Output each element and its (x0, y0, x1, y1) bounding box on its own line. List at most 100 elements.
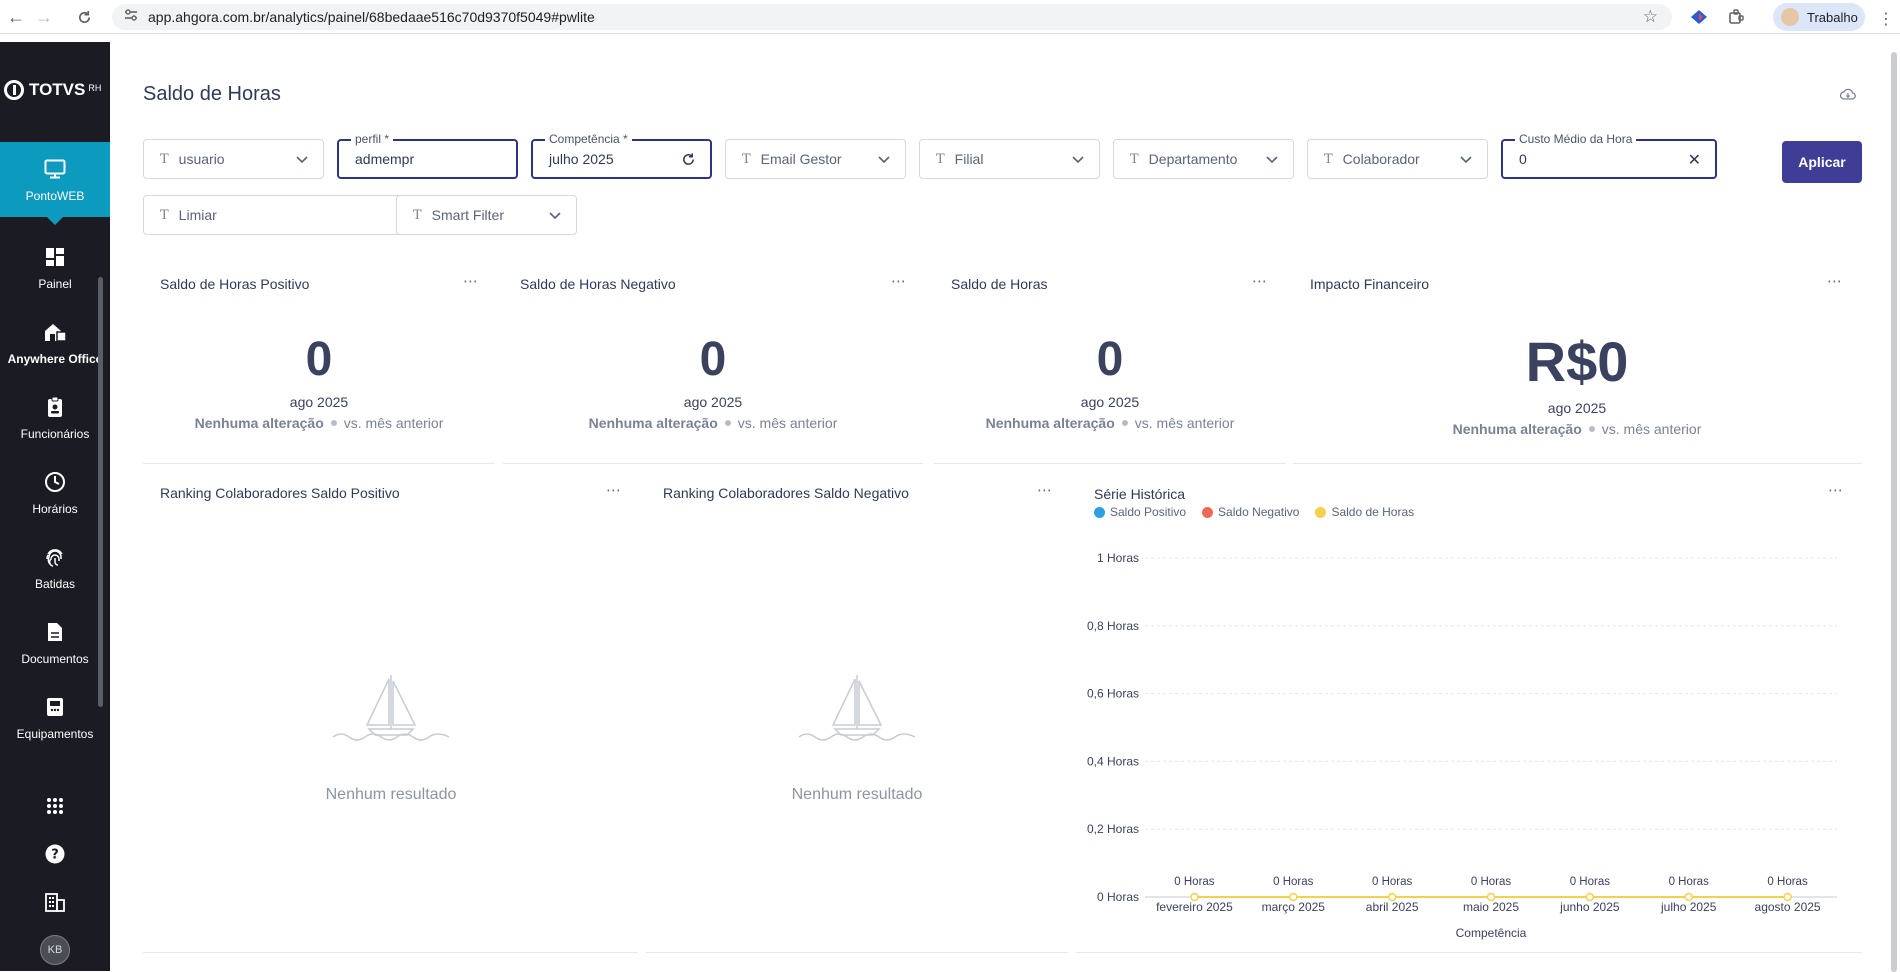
sidebar-item-pontoweb[interactable]: PontoWEB (0, 142, 110, 225)
sailboat-icon (331, 675, 451, 745)
back-icon[interactable]: ← (2, 3, 30, 31)
filter-placeholder: Smart Filter (431, 207, 505, 223)
kpi-comparison: Nenhuma alteração vs. mês anterior (143, 415, 495, 431)
close-icon[interactable]: ✕ (1688, 150, 1701, 170)
limiar-field[interactable]: T Limiar (143, 195, 417, 235)
kpi-change: Nenhuma alteração (985, 415, 1115, 431)
kpi-period: ago 2025 (1080, 394, 1140, 410)
legend-item-saldo-negativo[interactable]: Saldo Negativo (1202, 505, 1299, 519)
browser-menu-icon[interactable]: ⋮ (1878, 9, 1894, 29)
sidebar-item-batidas[interactable]: Batidas (0, 530, 110, 605)
monitor-icon (44, 157, 66, 181)
sidebar-item-horarios[interactable]: Horários (0, 455, 110, 530)
kpi-block: 0 ago 2025 Nenhuma alteração vs. mês ante… (934, 336, 1286, 432)
perfil-value: admempr (355, 151, 415, 167)
totvs-logo[interactable]: TOTVS RH (4, 80, 101, 100)
more-options-icon[interactable]: ⋯ (1037, 481, 1053, 499)
filter-placeholder: usuario (178, 151, 225, 167)
sidebar: TOTVS RH PontoWEB Painel Anywhere Office… (0, 42, 110, 971)
empty-state: Nenhum resultado (787, 671, 927, 804)
kpi-period: ago 2025 (289, 394, 349, 410)
forward-icon[interactable]: → (30, 3, 58, 31)
sidebar-item-documentos[interactable]: Documentos (0, 605, 110, 680)
data-label: 0 Horas (1669, 876, 1710, 888)
email-gestor-filter[interactable]: T Email Gestor (725, 139, 906, 179)
more-options-icon[interactable]: ⋯ (606, 481, 622, 499)
cloud-download-icon[interactable] (1839, 87, 1856, 105)
kpi-block: 0 ago 2025 Nenhuma alteração vs. mês ante… (503, 336, 923, 432)
svg-text:?: ? (51, 848, 59, 863)
custo-medio-hora-field[interactable]: Custo Médio da Hora 0 ✕ (1501, 132, 1717, 179)
more-options-icon[interactable]: ⋯ (891, 272, 907, 290)
company-building-icon[interactable] (0, 892, 110, 912)
ranking-card-positivo: Ranking Colaboradores Saldo Positivo ⋯ N… (143, 473, 638, 953)
legend-item-saldo-horas[interactable]: Saldo de Horas (1315, 505, 1414, 519)
sidebar-item-painel[interactable]: Painel (0, 230, 110, 305)
sidebar-item-equipamentos[interactable]: Equipamentos (0, 680, 110, 755)
colaborador-filter[interactable]: T Colaborador (1307, 139, 1488, 179)
apply-button[interactable]: Aplicar (1782, 141, 1862, 183)
legend-swatch (1315, 506, 1327, 518)
legend-swatch (1202, 506, 1214, 518)
url-text: app.ahgora.com.br/analytics/painel/68bed… (148, 9, 595, 25)
card-title: Saldo de Horas (951, 276, 1048, 292)
fingerprint-icon (44, 545, 66, 569)
more-options-icon[interactable]: ⋯ (463, 272, 479, 290)
address-bar[interactable]: app.ahgora.com.br/analytics/painel/68bed… (112, 4, 1672, 30)
x-tick-label: maio 2025 (1463, 900, 1519, 914)
site-settings-icon[interactable] (124, 8, 138, 27)
kpi-period: ago 2025 (1547, 400, 1607, 416)
more-options-icon[interactable]: ⋯ (1827, 272, 1843, 290)
y-tick-label: 0,2 Horas (1087, 822, 1139, 836)
y-tick-label: 0,6 Horas (1087, 687, 1139, 701)
more-options-icon[interactable]: ⋯ (1828, 481, 1844, 499)
kpi-comparison: Nenhuma alteração vs. mês anterior (503, 415, 923, 431)
kpi-change: Nenhuma alteração (194, 415, 324, 431)
chevron-down-icon (548, 208, 562, 225)
help-icon[interactable]: ? (0, 844, 110, 864)
extension-icon[interactable] (1688, 6, 1710, 28)
reset-icon[interactable] (681, 152, 696, 170)
equipment-icon (46, 695, 64, 719)
extensions-puzzle-icon[interactable] (1725, 6, 1747, 28)
perfil-field[interactable]: perfil * admempr (337, 132, 518, 179)
text-type-icon: T (1324, 151, 1333, 167)
y-tick-label: 0,4 Horas (1087, 754, 1139, 768)
usuario-filter[interactable]: T usuario (143, 139, 324, 179)
text-type-icon: T (413, 207, 422, 223)
filial-filter[interactable]: T Filial (919, 139, 1100, 179)
x-tick-label: agosto 2025 (1755, 900, 1821, 914)
departamento-filter[interactable]: T Departamento (1113, 139, 1294, 179)
sidebar-item-anywhere-office[interactable]: Anywhere Office (0, 305, 110, 380)
perfil-label: perfil * (351, 132, 394, 146)
sidebar-item-label: Horários (32, 501, 78, 516)
sidebar-item-label: Anywhere Office (7, 351, 103, 366)
competencia-field[interactable]: Competência * julho 2025 (531, 132, 712, 179)
kpi-comparison: Nenhuma alteração vs. mês anterior (934, 415, 1286, 431)
more-options-icon[interactable]: ⋯ (1252, 272, 1268, 290)
text-type-icon: T (160, 151, 169, 167)
sidebar-item-label: Batidas (34, 576, 76, 591)
bookmark-star-icon[interactable]: ☆ (1643, 7, 1658, 27)
kpi-value: R$0 (1525, 330, 1629, 393)
chart-title: Série Histórica (1094, 486, 1186, 502)
x-tick-label: abril 2025 (1366, 900, 1419, 914)
smart-filter[interactable]: T Smart Filter (396, 195, 577, 235)
card-title: Saldo de Horas Negativo (520, 276, 676, 292)
x-tick-label: fevereiro 2025 (1156, 900, 1233, 914)
apps-grid-icon[interactable] (0, 797, 110, 815)
browser-toolbar: ← → app.ahgora.com.br/analytics/painel/6… (0, 0, 1900, 34)
reload-icon[interactable] (70, 3, 98, 31)
legend-item-saldo-positivo[interactable]: Saldo Positivo (1094, 505, 1186, 519)
kpi-change: Nenhuma alteração (588, 415, 718, 431)
card-title: Ranking Colaboradores Saldo Positivo (160, 485, 400, 501)
sidebar-scrollbar[interactable] (98, 277, 103, 707)
legend-label: Saldo Negativo (1218, 505, 1300, 519)
kpi-comparison: Nenhuma alteração vs. mês anterior (1293, 421, 1861, 437)
sidebar-item-funcionarios[interactable]: Funcionários (0, 380, 110, 455)
user-avatar[interactable]: KB (0, 935, 110, 965)
kpi-block: R$0 ago 2025 Nenhuma alteração vs. mês an… (1293, 330, 1861, 438)
text-type-icon: T (160, 207, 169, 223)
profile-button[interactable]: Trabalho (1773, 3, 1865, 31)
page-scrollbar[interactable] (1891, 52, 1897, 972)
